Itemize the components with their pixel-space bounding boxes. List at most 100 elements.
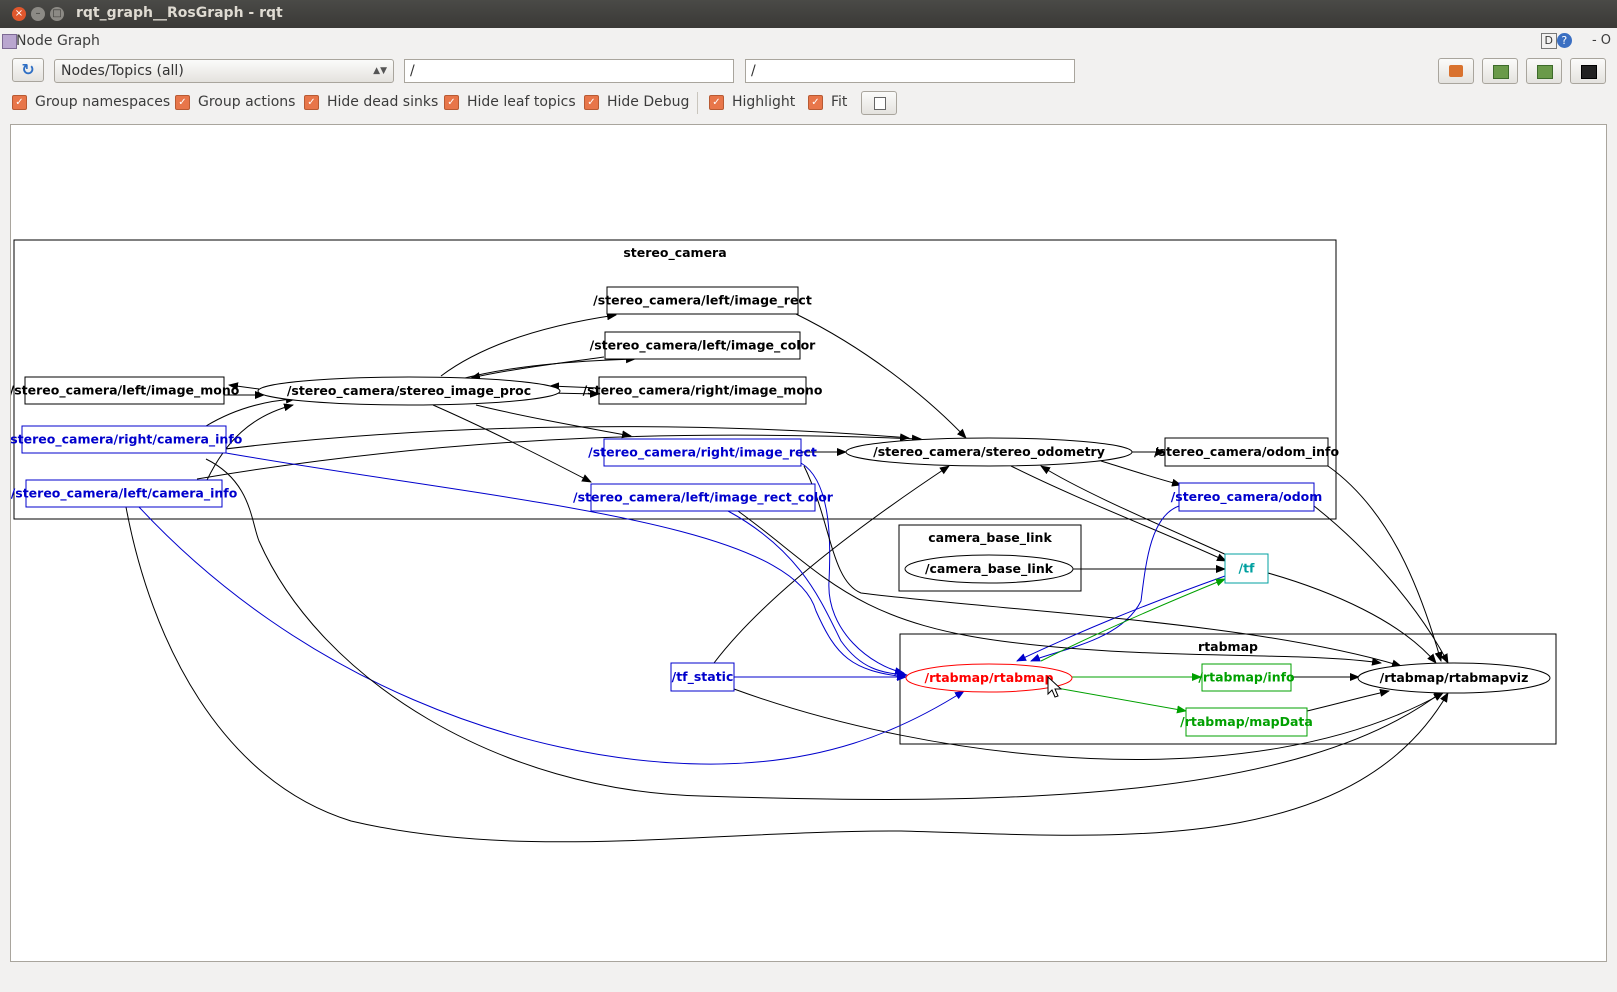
graph-node-ros-node[interactable]: /rtabmap/rtabmapviz — [1357, 662, 1551, 694]
graph-edge — [1313, 505, 1449, 664]
node-label: /stereo_camera/odom_info — [1154, 444, 1339, 460]
checkbox-icon[interactable]: ✓ — [12, 94, 27, 110]
save-svg-button[interactable] — [1526, 58, 1562, 84]
select-arrows-icon: ▲▼ — [373, 66, 387, 76]
checkbox-icon[interactable]: ✓ — [175, 94, 190, 110]
graph-edge — [1030, 505, 1180, 662]
graph-node-topic[interactable]: /tf_static — [670, 662, 735, 692]
graph-edge — [475, 404, 632, 439]
graph-node-ros-node[interactable]: /rtabmap/rtabmap — [905, 663, 1073, 693]
graph-edge — [795, 313, 967, 439]
help-icon[interactable]: ? — [1556, 33, 1572, 48]
graph-mode-select[interactable]: Nodes/Topics (all) ▲▼ — [54, 59, 394, 83]
graph-node-topic[interactable]: /stereo_camera/left/image_color — [590, 331, 816, 360]
option-group-actions[interactable]: ✓ Group actions — [175, 94, 295, 110]
node-label: /stereo_camera/left/image_rect — [593, 293, 812, 309]
graph-node-ros-node[interactable]: /camera_base_link — [904, 554, 1074, 584]
open-file-button[interactable] — [1438, 58, 1474, 84]
graph-node-topic[interactable]: /stereo_camera/right/image_mono — [583, 376, 823, 405]
option-group-namespaces[interactable]: ✓ Group namespaces — [12, 94, 170, 110]
topic-filter-input[interactable]: / — [745, 59, 1075, 83]
node-label: /stereo_camera/stereo_odometry — [873, 444, 1105, 460]
graph-edge — [1050, 686, 1187, 714]
minimize-window-icon[interactable]: – — [31, 7, 45, 21]
plugin-window-controls[interactable]: - O — [1592, 33, 1611, 48]
checkbox-icon[interactable]: ✓ — [808, 94, 823, 110]
graph-edge — [1267, 572, 1437, 664]
option-fit[interactable]: ✓ Fit — [808, 94, 847, 110]
node-label: /stereo_camera/right/camera_info — [11, 432, 243, 448]
graph-node-topic[interactable]: /tf — [1224, 553, 1269, 584]
checkbox-icon[interactable]: ✓ — [444, 94, 459, 110]
node-label: /stereo_camera/left/camera_info — [11, 486, 238, 502]
option-hide-leaf-topics[interactable]: ✓ Hide leaf topics — [444, 94, 576, 110]
graph-edge — [1010, 465, 1227, 562]
checkbox-icon[interactable]: ✓ — [584, 94, 599, 110]
save-dot-button[interactable] — [1482, 58, 1518, 84]
node-label: /stereo_camera/stereo_image_proc — [287, 383, 531, 399]
option-hide-dead-sinks[interactable]: ✓ Hide dead sinks — [304, 94, 438, 110]
nodes-layer[interactable]: /stereo_camera/left/image_mono/stereo_ca… — [11, 286, 1551, 737]
status-bar — [0, 968, 1617, 992]
node-label: /rtabmap/rtabmapviz — [1380, 670, 1529, 685]
plugin-header: Node Graph D? - O — [0, 30, 1617, 54]
graph-node-topic[interactable]: /stereo_camera/right/camera_info — [11, 425, 243, 454]
checkbox-icon[interactable]: ✓ — [304, 94, 319, 110]
graph-node-topic[interactable]: /stereo_camera/odom_info — [1154, 437, 1339, 467]
refresh-icon: ↻ — [21, 60, 35, 79]
checkbox-icon[interactable]: ✓ — [709, 94, 724, 110]
graph-node-topic[interactable]: /stereo_camera/left/image_mono — [11, 376, 240, 405]
plugin-title: Node Graph — [16, 33, 100, 49]
graph-node-topic[interactable]: /stereo_camera/left/image_rect — [593, 286, 812, 315]
node-label: /stereo_camera/left/image_rect_color — [573, 490, 834, 506]
graph-node-topic[interactable]: /rtabmap/info — [1198, 663, 1295, 692]
node-label: /rtabmap/mapData — [1180, 714, 1313, 729]
plugin-controls: D? - O — [1540, 33, 1611, 49]
node-label: /tf — [1239, 561, 1256, 576]
option-hide-debug[interactable]: ✓ Hide Debug — [584, 94, 689, 110]
node-label: /tf_static — [672, 669, 734, 685]
graph-edge — [138, 506, 965, 765]
node-label: /stereo_camera/odom — [1171, 489, 1323, 505]
option-label: Fit — [831, 94, 848, 110]
window-titlebar: × – □ rqt_graph__RosGraph - rqt — [0, 0, 1617, 28]
node-label: /rtabmap/rtabmap — [925, 670, 1054, 685]
namespace-filter-input[interactable]: / — [404, 59, 734, 83]
graph-canvas[interactable]: stereo_camera camera_base_link rtabmap /… — [10, 124, 1607, 962]
cluster-label: stereo_camera — [623, 245, 726, 261]
close-window-icon[interactable]: × — [12, 7, 26, 21]
plugin-icon — [2, 34, 17, 49]
graph-node-topic[interactable]: /stereo_camera/odom — [1171, 482, 1323, 512]
graph-edge — [1306, 688, 1390, 712]
graph-node-topic[interactable]: /rtabmap/mapData — [1180, 707, 1313, 737]
screenshot-button[interactable] — [1570, 58, 1606, 84]
refresh-button[interactable]: ↻ — [12, 58, 44, 82]
maximize-window-icon[interactable]: □ — [50, 7, 64, 21]
graph-edge — [460, 355, 636, 380]
graph-edge — [727, 510, 908, 679]
graph-edge — [733, 688, 1444, 760]
graph-options-bar: ✓ Group namespaces ✓ Group actions ✓ Hide d… — [0, 90, 1617, 116]
graph-node-topic[interactable]: /stereo_camera/left/image_rect_color — [573, 483, 834, 512]
node-label: /camera_base_link — [925, 561, 1054, 577]
option-label: Group namespaces — [35, 94, 171, 110]
node-label: /rtabmap/info — [1198, 670, 1295, 685]
option-highlight[interactable]: ✓ Highlight — [709, 94, 795, 110]
fit-in-view-button[interactable] — [861, 91, 897, 115]
graph-node-topic[interactable]: /stereo_camera/left/camera_info — [11, 479, 238, 508]
screenshot-icon — [1581, 65, 1597, 79]
graph-node-ros-node[interactable]: /stereo_camera/stereo_odometry — [845, 437, 1133, 467]
graph-node-ros-node[interactable]: /stereo_camera/stereo_image_proc — [257, 376, 561, 406]
options-divider — [697, 92, 698, 114]
option-label: Hide Debug — [607, 94, 690, 110]
graph-toolbar: ↻ Nodes/Topics (all) ▲▼ / / — [0, 57, 1617, 85]
option-label: Group actions — [198, 94, 296, 110]
node-label: /stereo_camera/right/image_rect — [588, 445, 817, 461]
window-title: rqt_graph__RosGraph - rqt — [76, 5, 283, 21]
graph-edge — [432, 404, 592, 483]
save-svg-icon — [1537, 65, 1553, 79]
dock-icon[interactable]: D — [1540, 33, 1557, 49]
node-graph-svg[interactable]: stereo_camera camera_base_link rtabmap /… — [11, 125, 1607, 962]
graph-mode-value: Nodes/Topics (all) — [61, 63, 184, 79]
graph-node-topic[interactable]: /stereo_camera/right/image_rect — [588, 438, 817, 467]
